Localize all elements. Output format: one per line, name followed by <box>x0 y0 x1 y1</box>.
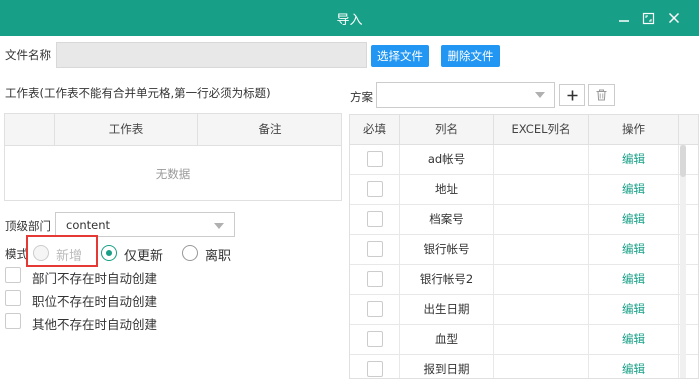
row-excel-name[interactable] <box>494 145 589 174</box>
row-excel-name[interactable] <box>494 175 589 204</box>
trash-icon <box>596 89 607 101</box>
dept-label: 顶级部门 <box>5 219 51 233</box>
sheet-grid-select-col <box>5 114 55 145</box>
row-excel-name[interactable] <box>494 325 589 354</box>
table-row: 档案号 编辑 <box>350 205 698 235</box>
row-edit-link[interactable]: 编辑 <box>589 265 679 294</box>
required-checkbox[interactable] <box>367 301 383 317</box>
file-name-input[interactable] <box>56 42 367 68</box>
auto-create-other-label: 其他不存在时自动创建 <box>32 317 158 332</box>
required-checkbox[interactable] <box>367 331 383 347</box>
choose-file-button[interactable]: 选择文件 <box>371 45 429 67</box>
row-edit-link[interactable]: 编辑 <box>589 145 679 174</box>
mapping-grid-header: 必填 列名 EXCEL列名 操作 <box>350 115 698 145</box>
table-row: 银行帐号2 编辑 <box>350 265 698 295</box>
required-checkbox[interactable] <box>367 241 383 257</box>
mode-radio-update[interactable] <box>101 245 117 261</box>
row-edit-link[interactable]: 编辑 <box>589 235 679 264</box>
scheme-label: 方案 <box>350 90 373 104</box>
mode-radio-leave[interactable] <box>182 245 198 261</box>
minimize-button[interactable] <box>614 8 634 28</box>
sheet-grid: 工作表 备注 无数据 <box>4 113 342 201</box>
scheme-select[interactable] <box>376 82 555 108</box>
window-title: 导入 <box>336 13 363 28</box>
auto-create-dept-checkbox[interactable] <box>5 267 21 283</box>
row-excel-name[interactable] <box>494 265 589 294</box>
auto-create-position-label: 职位不存在时自动创建 <box>32 294 158 309</box>
required-checkbox[interactable] <box>367 151 383 167</box>
required-checkbox[interactable] <box>367 361 383 377</box>
row-excel-name[interactable] <box>494 205 589 234</box>
row-excel-name[interactable] <box>494 235 589 264</box>
maximize-button[interactable] <box>638 8 658 28</box>
sheet-grid-header: 工作表 备注 <box>5 114 341 146</box>
col-action: 操作 <box>589 115 679 144</box>
row-excel-name[interactable] <box>494 295 589 324</box>
auto-create-position-checkbox[interactable] <box>5 290 21 306</box>
row-name: 地址 <box>400 175 494 204</box>
required-checkbox[interactable] <box>367 211 383 227</box>
row-name: 出生日期 <box>400 295 494 324</box>
scrollbar-thumb[interactable] <box>680 145 686 177</box>
row-edit-link[interactable]: 编辑 <box>589 325 679 354</box>
mode-label: 模式 <box>5 247 28 261</box>
required-checkbox[interactable] <box>367 181 383 197</box>
dept-value: content <box>66 218 111 232</box>
sheet-grid-col-note: 备注 <box>258 122 282 136</box>
table-row: 血型 编辑 <box>350 325 698 355</box>
table-row: 出生日期 编辑 <box>350 295 698 325</box>
table-row: 报到日期 编辑 <box>350 355 698 378</box>
row-name: 档案号 <box>400 205 494 234</box>
mode-option-update: 仅更新 <box>124 249 164 264</box>
table-row: ad帐号 编辑 <box>350 145 698 175</box>
maximize-icon <box>642 12 654 24</box>
row-name: ad帐号 <box>400 145 494 174</box>
delete-file-button[interactable]: 删除文件 <box>441 45 500 67</box>
row-name: 银行帐号2 <box>400 265 494 294</box>
auto-create-dept-label: 部门不存在时自动创建 <box>32 271 158 286</box>
sheet-label: 工作表(工作表不能有合并单元格,第一行必须为标题) <box>5 86 271 100</box>
row-edit-link[interactable]: 编辑 <box>589 175 679 204</box>
highlight-box <box>26 235 98 267</box>
row-edit-link[interactable]: 编辑 <box>589 295 679 324</box>
plus-icon <box>567 90 577 100</box>
table-row: 银行帐号 编辑 <box>350 235 698 265</box>
row-name: 血型 <box>400 325 494 354</box>
chevron-down-icon <box>214 223 224 229</box>
file-name-label: 文件名称 <box>5 48 51 62</box>
row-edit-link[interactable]: 编辑 <box>589 205 679 234</box>
dept-select[interactable]: content <box>55 212 235 237</box>
col-required: 必填 <box>350 115 400 144</box>
col-excel-name: EXCEL列名 <box>494 115 589 144</box>
chevron-down-icon <box>535 92 545 98</box>
minimize-icon <box>619 20 629 22</box>
row-name: 报到日期 <box>400 355 494 378</box>
mode-option-leave: 离职 <box>205 249 232 264</box>
required-checkbox[interactable] <box>367 271 383 287</box>
mapping-scrollbar[interactable] <box>680 145 686 378</box>
table-row: 地址 编辑 <box>350 175 698 205</box>
empty-text: 无数据 <box>155 167 191 181</box>
title-bar: 导入 <box>0 0 699 36</box>
sheet-grid-col-sheet: 工作表 <box>55 114 198 145</box>
mapping-grid: 必填 列名 EXCEL列名 操作 ad帐号 编辑 地址 编辑 档案号 编辑 银行… <box>349 114 699 379</box>
delete-scheme-button[interactable] <box>588 84 615 106</box>
row-name: 银行帐号 <box>400 235 494 264</box>
add-scheme-button[interactable] <box>559 84 585 106</box>
row-excel-name[interactable] <box>494 355 589 378</box>
auto-create-other-checkbox[interactable] <box>5 313 21 329</box>
close-button[interactable] <box>664 8 684 28</box>
col-name: 列名 <box>400 115 494 144</box>
row-edit-link[interactable]: 编辑 <box>589 355 679 378</box>
close-icon <box>668 12 680 24</box>
